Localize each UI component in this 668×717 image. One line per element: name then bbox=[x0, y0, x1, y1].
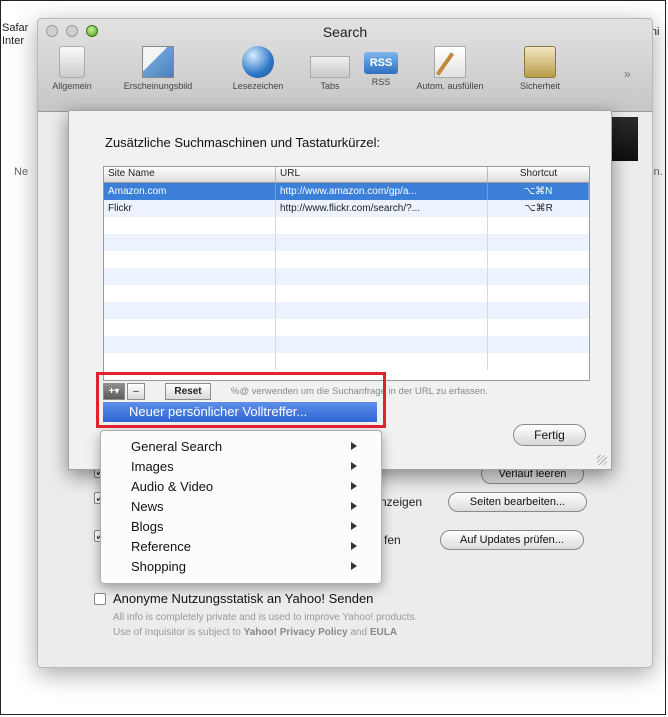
appearance-icon bbox=[142, 46, 174, 78]
submenu-arrow-icon bbox=[351, 462, 357, 470]
menu-item-label: Shopping bbox=[131, 559, 186, 574]
submenu-arrow-icon bbox=[351, 542, 357, 550]
table-row[interactable]: Flickr http://www.flickr.com/search/?...… bbox=[104, 200, 589, 217]
column-header-site-name[interactable]: Site Name bbox=[104, 167, 276, 182]
menu-item-images[interactable]: Images bbox=[101, 457, 381, 477]
bg-text: Inter bbox=[2, 35, 25, 47]
menu-item-label: General Search bbox=[131, 439, 223, 454]
empty-row bbox=[104, 217, 589, 234]
submenu-arrow-icon bbox=[351, 502, 357, 510]
toolbar-label: RSS bbox=[371, 77, 391, 87]
privacy-policy-link[interactable]: Yahoo! Privacy Policy bbox=[244, 627, 348, 638]
submenu-arrow-icon bbox=[351, 442, 357, 450]
rss-icon: RSS bbox=[364, 52, 398, 74]
search-category-menu: General Search Images Audio & Video News… bbox=[100, 430, 382, 584]
eula-link[interactable]: EULA bbox=[370, 627, 397, 638]
column-header-url[interactable]: URL bbox=[276, 167, 488, 182]
privacy-info-line1: All info is completely private and is us… bbox=[113, 612, 418, 623]
menu-item-label: Reference bbox=[131, 539, 191, 554]
title-bar: Search Allgemein Erscheinungsbild Leseze… bbox=[38, 19, 652, 112]
privacy-text: and bbox=[347, 627, 370, 638]
menu-item-blogs[interactable]: Blogs bbox=[101, 517, 381, 537]
general-icon bbox=[59, 46, 85, 78]
cell-url: http://www.flickr.com/search/?... bbox=[276, 200, 488, 217]
check-updates-label: fen bbox=[384, 533, 401, 547]
toolbar-label: Lesezeichen bbox=[232, 81, 284, 91]
background-window-fragment: Safar Inter bbox=[2, 22, 28, 48]
toolbar-item-autofill[interactable]: Autom. ausfüllen bbox=[410, 46, 490, 91]
table-header: Site Name URL Shortcut bbox=[104, 167, 589, 183]
menu-item-label: News bbox=[131, 499, 164, 514]
table-body: Amazon.com http://www.amazon.com/gp/a...… bbox=[104, 183, 589, 370]
toolbar-label: Autom. ausfüllen bbox=[416, 81, 484, 91]
menu-item-label: Blogs bbox=[131, 519, 164, 534]
bg-text: Safar bbox=[2, 22, 29, 34]
menu-item-shopping[interactable]: Shopping bbox=[101, 557, 381, 577]
cell-url: http://www.amazon.com/gp/a... bbox=[276, 183, 488, 200]
privacy-text: Use of Inquisitor is subject to bbox=[113, 627, 244, 638]
cell-shortcut: ⌥⌘N bbox=[488, 183, 589, 200]
toolbar-item-appearance[interactable]: Erscheinungsbild bbox=[118, 46, 198, 91]
privacy-info-line2: Use of Inquisitor is subject to Yahoo! P… bbox=[113, 627, 397, 638]
empty-row bbox=[104, 302, 589, 319]
empty-row bbox=[104, 285, 589, 302]
check-updates-button[interactable]: Auf Updates prüfen... bbox=[440, 530, 584, 550]
edit-pages-button[interactable]: Seiten bearbeiten... bbox=[448, 492, 587, 512]
menu-item-audio-video[interactable]: Audio & Video bbox=[101, 477, 381, 497]
toolbar-item-rss[interactable]: RSS RSS bbox=[360, 46, 402, 87]
empty-row bbox=[104, 234, 589, 251]
empty-row bbox=[104, 336, 589, 353]
resize-grip-icon[interactable] bbox=[597, 455, 607, 465]
menu-item-reference[interactable]: Reference bbox=[101, 537, 381, 557]
tabs-icon bbox=[310, 56, 350, 78]
submenu-arrow-icon bbox=[351, 562, 357, 570]
menu-item-label: Audio & Video bbox=[131, 479, 214, 494]
bg-text-ne: Ne bbox=[14, 166, 29, 178]
menu-item-label: Images bbox=[131, 459, 174, 474]
empty-row bbox=[104, 268, 589, 285]
toolbar-item-bookmarks[interactable]: Lesezeichen bbox=[228, 46, 288, 91]
lock-icon bbox=[524, 46, 556, 78]
annotation-highlight-box bbox=[96, 372, 386, 428]
toolbar-overflow-icon[interactable]: » bbox=[624, 67, 631, 81]
cell-site-name: Amazon.com bbox=[104, 183, 276, 200]
window-title: Search bbox=[322, 24, 368, 40]
anonymous-stats-label: Anonyme Nutzungsstatisk an Yahoo! Senden bbox=[113, 591, 374, 606]
toolbar-item-security[interactable]: Sicherheit bbox=[510, 46, 570, 91]
submenu-arrow-icon bbox=[351, 482, 357, 490]
empty-row bbox=[104, 319, 589, 336]
bookmarks-icon bbox=[242, 46, 274, 78]
column-header-shortcut[interactable]: Shortcut bbox=[488, 167, 589, 182]
toolbar-item-general[interactable]: Allgemein bbox=[46, 46, 98, 91]
search-engines-table: Site Name URL Shortcut Amazon.com http:/… bbox=[103, 166, 590, 381]
done-button[interactable]: Fertig bbox=[513, 424, 586, 446]
cell-shortcut: ⌥⌘R bbox=[524, 203, 553, 214]
toolbar-label: Sicherheit bbox=[519, 81, 561, 91]
toolbar-item-tabs[interactable]: Tabs bbox=[308, 46, 352, 91]
anonymous-stats-checkbox[interactable] bbox=[94, 593, 106, 605]
empty-row bbox=[104, 251, 589, 268]
toolbar-label: Tabs bbox=[320, 81, 340, 91]
submenu-arrow-icon bbox=[351, 522, 357, 530]
menu-item-news[interactable]: News bbox=[101, 497, 381, 517]
edit-pages-label: nzeigen bbox=[380, 495, 423, 509]
sheet-heading: Zusätzliche Suchmaschinen und Tastaturkü… bbox=[105, 135, 381, 150]
cell-site-name: Flickr bbox=[104, 200, 276, 217]
pencil-icon bbox=[434, 46, 466, 78]
toolbar-label: Erscheinungsbild bbox=[123, 81, 193, 91]
table-row[interactable]: Amazon.com http://www.amazon.com/gp/a...… bbox=[104, 183, 589, 200]
menu-item-general-search[interactable]: General Search bbox=[101, 437, 381, 457]
toolbar-label: Allgemein bbox=[52, 81, 92, 91]
empty-row bbox=[104, 353, 589, 370]
